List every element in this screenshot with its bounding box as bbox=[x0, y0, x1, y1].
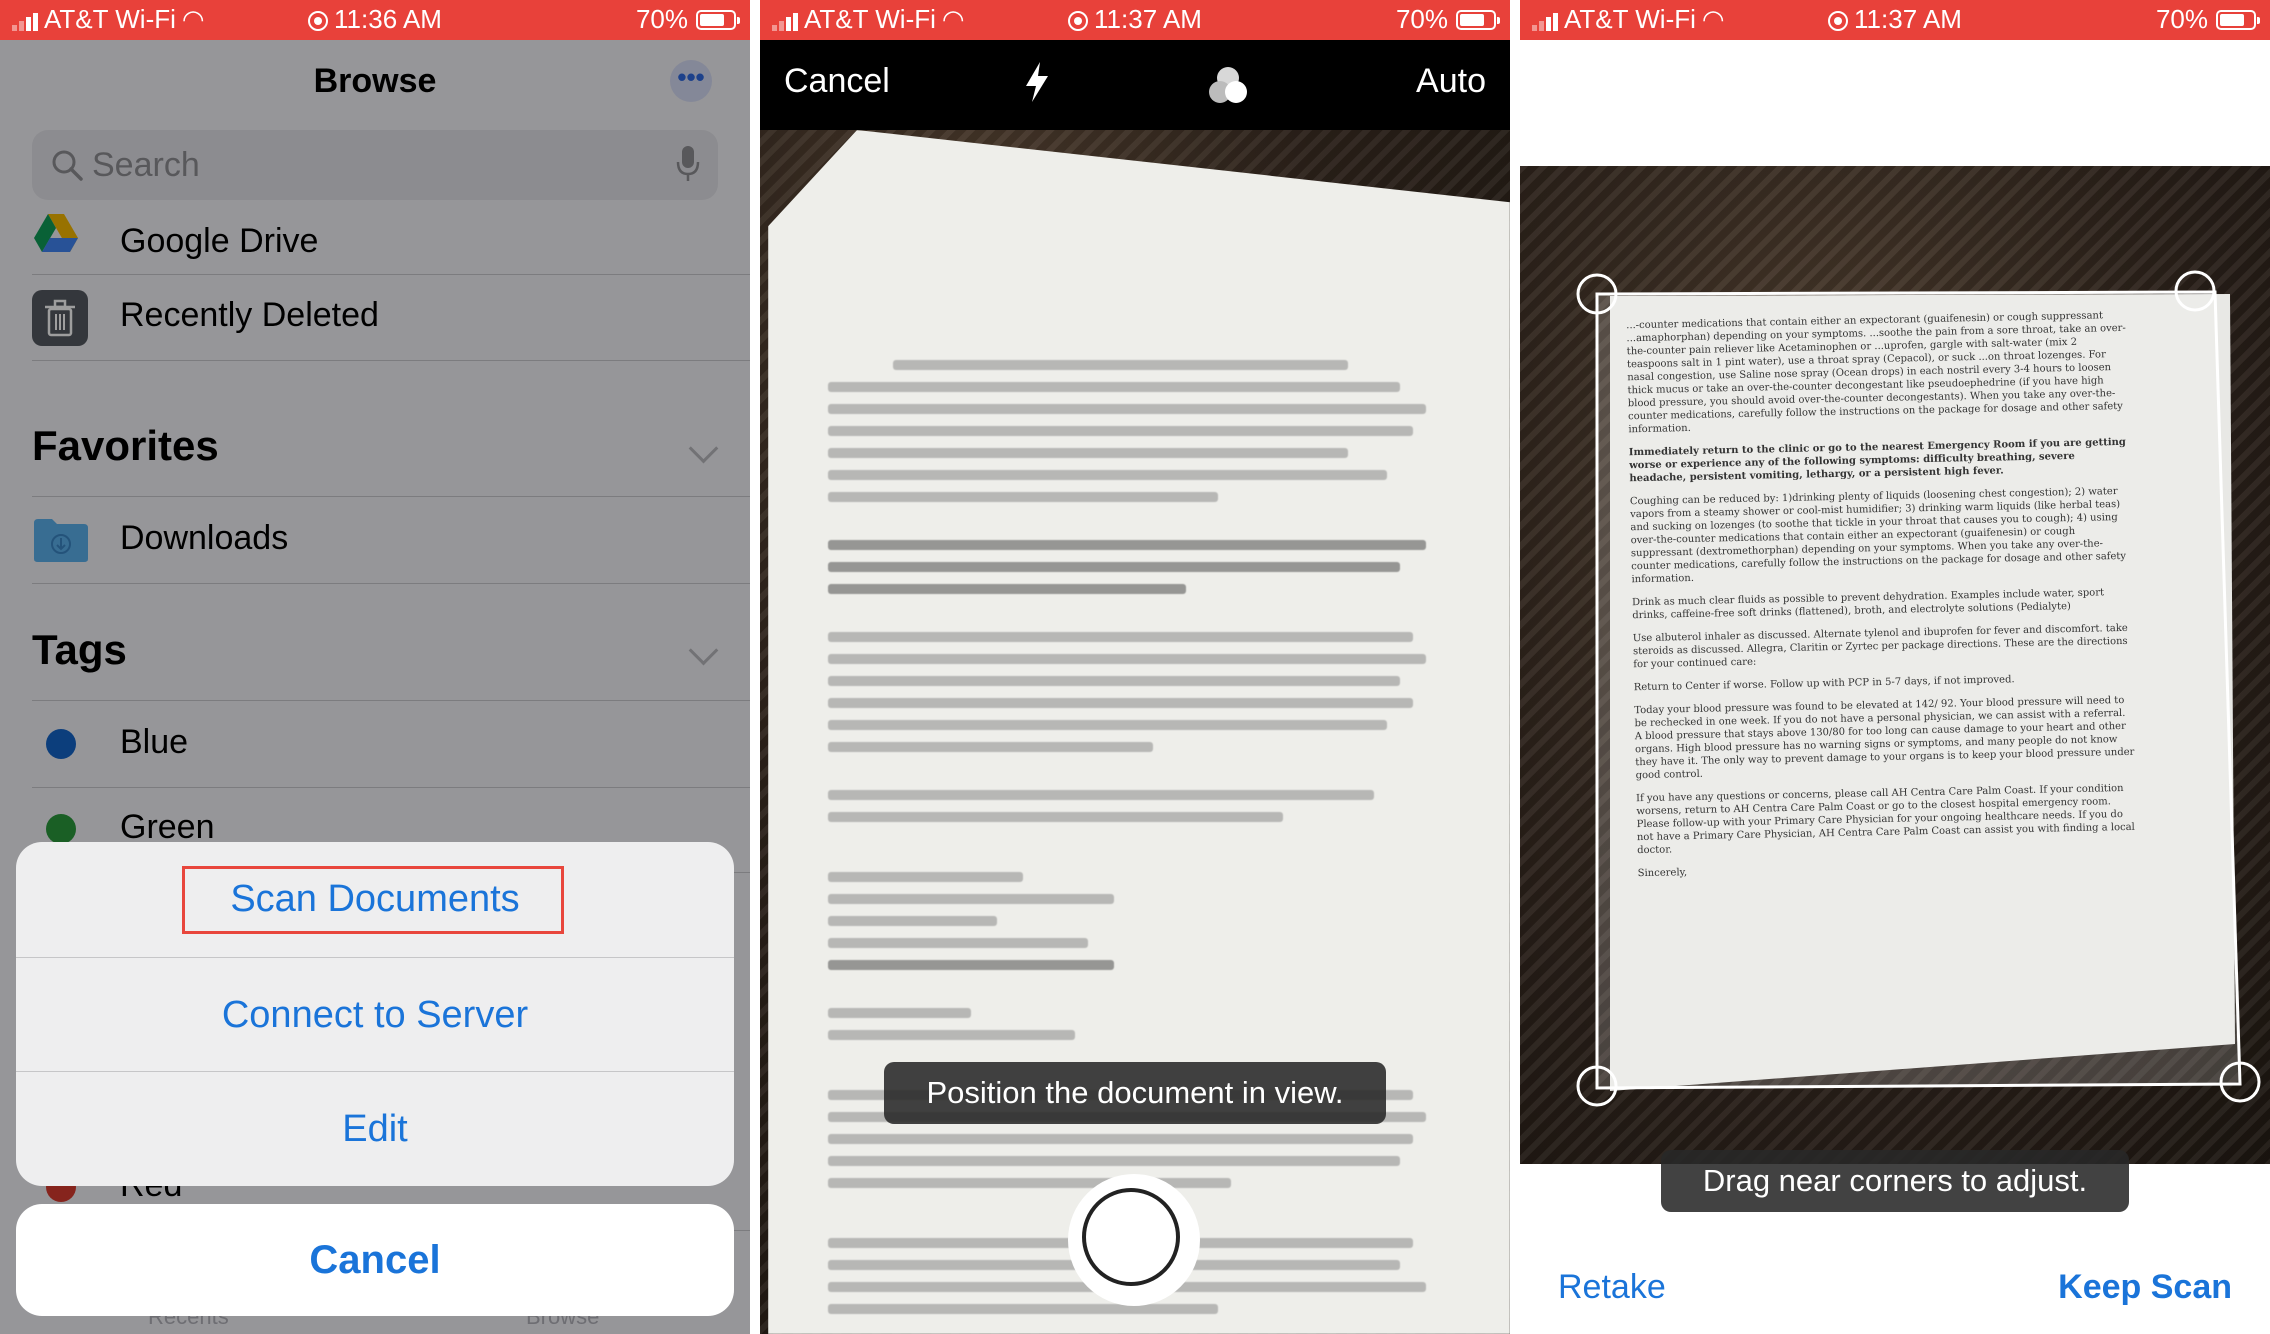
files-browse-panel: Browse ••• Search Google Drive Recently … bbox=[0, 0, 750, 1334]
doc-paragraph: ...-counter medications that contain eit… bbox=[1626, 310, 2126, 436]
doc-paragraph: Immediately return to the clinic or go t… bbox=[1628, 436, 2126, 485]
cancel-button[interactable]: Cancel bbox=[784, 62, 890, 101]
screen-recording-icon bbox=[1828, 11, 1849, 31]
status-bar: AT&T Wi-Fi ◠ 11:36 AM 70% bbox=[0, 0, 750, 40]
clock: 11:37 AM bbox=[1094, 4, 1202, 34]
battery-icon bbox=[1456, 9, 1500, 30]
position-hint-toast: Position the document in view. bbox=[884, 1062, 1386, 1124]
filters-icon[interactable] bbox=[1204, 62, 1252, 110]
screen-recording-icon bbox=[1068, 11, 1089, 31]
document-text: ...-counter medications that contain eit… bbox=[1626, 309, 2138, 890]
shutter-button[interactable] bbox=[1068, 1174, 1200, 1306]
doc-paragraph: Return to Center if worse. Follow up wit… bbox=[1633, 674, 2015, 694]
doc-paragraph: Coughing can be reduced by: 1)drinking p… bbox=[1629, 486, 2127, 586]
doc-paragraph: If you have any questions or concerns, p… bbox=[1636, 782, 2135, 857]
keep-scan-button[interactable]: Keep Scan bbox=[2058, 1268, 2232, 1307]
crop-adjust-panel: ...-counter medications that contain eit… bbox=[1520, 0, 2270, 1334]
status-bar: AT&T Wi-Fi ◠ 11:37 AM 70% bbox=[1520, 0, 2270, 40]
doc-paragraph: Drink as much clear fluids as possible t… bbox=[1631, 587, 2105, 622]
battery-percent: 70% bbox=[1395, 4, 1448, 34]
camera-scan-panel: Cancel Auto Position the document in vie… bbox=[760, 0, 1510, 1334]
status-bar: AT&T Wi-Fi ◠ 11:37 AM 70% bbox=[760, 0, 1510, 40]
adjust-hint-toast: Drag near corners to adjust. bbox=[1661, 1150, 2129, 1212]
captured-photo: ...-counter medications that contain eit… bbox=[1520, 166, 2270, 1164]
clock: 11:37 AM bbox=[1854, 4, 1962, 34]
flash-icon[interactable] bbox=[1022, 60, 1052, 104]
doc-paragraph: Sincerely, bbox=[1637, 867, 1688, 880]
document-in-view bbox=[768, 130, 1510, 1334]
battery-percent: 70% bbox=[635, 4, 688, 34]
action-sheet: Scan Documents Connect to Server Edit bbox=[16, 842, 734, 1186]
highlight-box bbox=[182, 866, 564, 934]
connect-to-server-button[interactable]: Connect to Server bbox=[16, 957, 734, 1072]
doc-paragraph: Today your blood pressure was found to b… bbox=[1634, 694, 2135, 782]
camera-top-bar: Cancel Auto bbox=[760, 40, 1510, 130]
shutter-ring bbox=[1082, 1188, 1180, 1286]
battery-percent: 70% bbox=[2155, 4, 2208, 34]
screen-recording-icon bbox=[308, 11, 329, 31]
auto-capture-toggle[interactable]: Auto bbox=[1416, 62, 1486, 101]
edit-button[interactable]: Edit bbox=[16, 1071, 734, 1186]
battery-icon bbox=[696, 9, 740, 30]
cancel-button[interactable]: Cancel bbox=[16, 1204, 734, 1316]
retake-button[interactable]: Retake bbox=[1558, 1268, 1666, 1307]
battery-icon bbox=[2216, 9, 2260, 30]
doc-paragraph: Use albuterol inhaler as discussed. Alte… bbox=[1632, 622, 2128, 671]
clock: 11:36 AM bbox=[334, 4, 442, 34]
